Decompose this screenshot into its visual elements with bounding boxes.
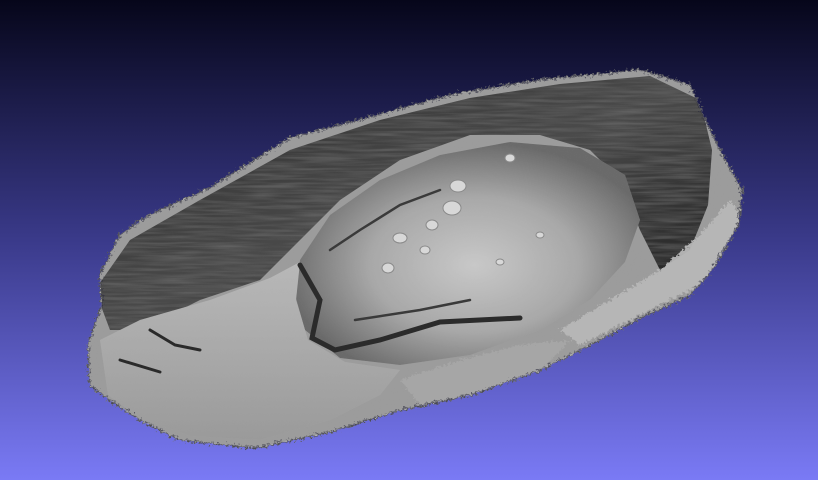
3d-viewport[interactable] [0,0,818,480]
scene-canvas[interactable] [0,0,818,480]
